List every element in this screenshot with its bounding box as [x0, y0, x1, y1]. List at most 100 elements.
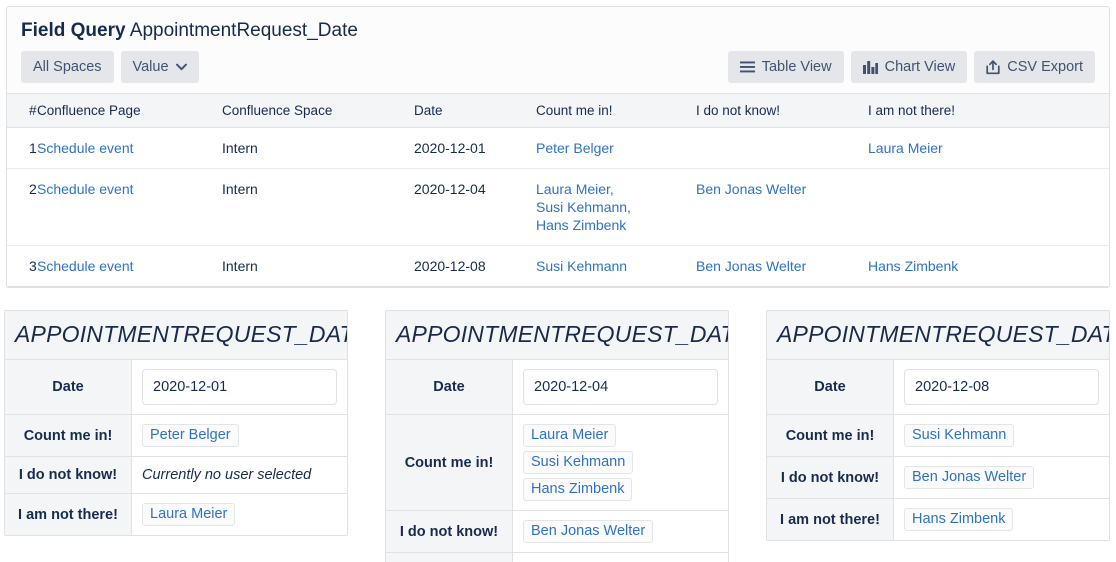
detail-row-label: I am not there!: [767, 499, 894, 540]
detail-row: I am not there!Currently no user selecte…: [386, 553, 728, 562]
user-chip[interactable]: Susi Kehmann: [904, 424, 1015, 447]
detail-card: APPOINTMENTREQUEST_DATEDateCount me in!L…: [385, 310, 729, 562]
detail-row: I do not know! Currently no user selected: [5, 457, 347, 494]
user-link[interactable]: Laura Meier: [868, 139, 1101, 157]
user-chip[interactable]: Hans Zimbenk: [523, 478, 633, 501]
user-chip[interactable]: Ben Jonas Welter: [523, 520, 654, 543]
detail-label-date: Date: [5, 360, 132, 414]
user-link[interactable]: Ben Jonas Welter: [696, 180, 860, 198]
detail-card-title: APPOINTMENTREQUEST_DATE: [5, 311, 347, 360]
user-link[interactable]: Susi Kehmann: [536, 257, 688, 275]
all-spaces-label: All Spaces: [33, 59, 102, 75]
user-link[interactable]: Hans Zimbenk: [536, 216, 688, 234]
row-page: Schedule event: [37, 127, 222, 169]
row-do-not-know: [696, 127, 868, 169]
all-spaces-button[interactable]: All Spaces: [21, 51, 114, 83]
page-title-field: AppointmentRequest_Date: [129, 20, 358, 41]
row-count-me-in: Peter Belger: [536, 127, 696, 169]
detail-row-label: I do not know!: [386, 511, 513, 552]
row-not-there: Hans Zimbenk: [868, 245, 1109, 287]
column-header-date: Date: [414, 93, 536, 128]
user-chip[interactable]: Hans Zimbenk: [904, 508, 1014, 531]
user-chip[interactable]: Laura Meier: [142, 503, 236, 526]
page-title: Field Query AppointmentRequest_Date: [21, 19, 1095, 43]
detail-row: I do not know! Ben Jonas Welter: [386, 511, 728, 553]
row-index: 2: [7, 168, 37, 246]
row-space: Intern: [222, 245, 414, 287]
toolbar: All Spaces Value Table View Chart View C…: [7, 43, 1109, 93]
row-count-me-in: Susi Kehmann: [536, 245, 696, 287]
detail-card-title: APPOINTMENTREQUEST_DATE: [386, 311, 728, 360]
results-table: # Confluence Page Confluence Space Date …: [7, 93, 1109, 287]
confluence-page-link[interactable]: Schedule event: [37, 258, 134, 274]
user-link[interactable]: Peter Belger: [536, 139, 688, 157]
detail-value-date: [894, 360, 1109, 414]
row-do-not-know: Ben Jonas Welter: [696, 245, 868, 287]
chevron-down-icon: [175, 63, 187, 71]
user-chip[interactable]: Laura Meier: [523, 424, 617, 447]
confluence-page-link[interactable]: Schedule event: [37, 140, 134, 156]
user-link[interactable]: Ben Jonas Welter: [696, 257, 860, 275]
row-index: 3: [7, 245, 37, 287]
date-input[interactable]: [904, 369, 1099, 405]
detail-card: APPOINTMENTREQUEST_DATEDateCount me in! P…: [4, 310, 348, 536]
table-view-label: Table View: [761, 59, 832, 75]
detail-row: Count me in! Laura Meier Susi Kehmann Hans …: [386, 415, 728, 511]
confluence-page-link[interactable]: Schedule event: [37, 181, 134, 197]
user-chip[interactable]: Ben Jonas Welter: [904, 466, 1035, 489]
row-not-there: Laura Meier: [868, 127, 1109, 169]
detail-row-value: Ben Jonas Welter: [513, 511, 728, 552]
date-input[interactable]: [523, 369, 718, 405]
csv-export-button[interactable]: CSV Export: [974, 51, 1095, 83]
row-space: Intern: [222, 168, 414, 246]
user-chip[interactable]: Susi Kehmann: [523, 451, 634, 474]
detail-row-label: Count me in!: [386, 415, 513, 510]
row-not-there: [868, 168, 1109, 246]
row-date: 2020-12-04: [414, 168, 536, 246]
table-row: 3 Schedule event Intern 2020-12-08 Susi Kehm…: [7, 245, 1109, 287]
detail-row-label: I am not there!: [386, 553, 513, 562]
user-chip[interactable]: Peter Belger: [142, 424, 239, 447]
row-page: Schedule event: [37, 245, 222, 287]
detail-row-date: Date: [767, 360, 1109, 415]
detail-row-date: Date: [5, 360, 347, 415]
detail-row-value: Laura Meier Susi Kehmann Hans Zimbenk: [513, 415, 728, 510]
column-header-not-there: I am not there!: [868, 93, 1109, 128]
row-count-me-in: Laura Meier, Susi Kehmann, Hans Zimbenk: [536, 168, 696, 246]
detail-card: APPOINTMENTREQUEST_DATEDateCount me in! S…: [766, 310, 1110, 541]
value-dropdown-button[interactable]: Value: [120, 51, 199, 83]
detail-card-title: APPOINTMENTREQUEST_DATE: [767, 311, 1109, 360]
detail-row-value: Laura Meier: [132, 494, 347, 535]
table-row: 2 Schedule event Intern 2020-12-04 Laura Mei…: [7, 168, 1109, 246]
table-row: 1 Schedule event Intern 2020-12-01 Peter Bel…: [7, 127, 1109, 169]
table-header: # Confluence Page Confluence Space Date …: [7, 93, 1109, 128]
detail-value-date: [132, 360, 347, 414]
field-query-panel: Field Query AppointmentRequest_Date All …: [6, 6, 1110, 288]
detail-row-label: Count me in!: [5, 415, 132, 456]
detail-row-date: Date: [386, 360, 728, 415]
user-link[interactable]: Hans Zimbenk: [868, 257, 1101, 275]
detail-cards: APPOINTMENTREQUEST_DATEDateCount me in!P…: [4, 310, 1112, 562]
page-title-strong: Field Query: [21, 20, 126, 41]
list-icon: [739, 61, 755, 73]
detail-label-date: Date: [386, 360, 513, 414]
detail-row: I am not there! Laura Meier: [5, 494, 347, 535]
detail-row: Count me in! Susi Kehmann: [767, 415, 1109, 457]
row-page: Schedule event: [37, 168, 222, 246]
value-dropdown-label: Value: [132, 59, 169, 75]
detail-row-value: Currently no user selected: [132, 457, 347, 493]
detail-row: Count me in! Peter Belger: [5, 415, 347, 457]
csv-export-label: CSV Export: [1007, 59, 1083, 75]
row-index: 1: [7, 127, 37, 169]
upload-box-icon: [986, 59, 1000, 75]
table-view-button[interactable]: Table View: [727, 51, 844, 83]
detail-row-label: Count me in!: [767, 415, 894, 456]
date-input[interactable]: [142, 369, 337, 405]
row-do-not-know: Ben Jonas Welter: [696, 168, 868, 246]
row-space: Intern: [222, 127, 414, 169]
field-query-page: Field Query AppointmentRequest_Date All …: [0, 0, 1116, 562]
column-header-do-not-know: I do not know!: [696, 93, 868, 128]
user-link[interactable]: Susi Kehmann,: [536, 198, 688, 216]
user-link[interactable]: Laura Meier,: [536, 180, 688, 198]
chart-view-button[interactable]: Chart View: [850, 51, 968, 83]
